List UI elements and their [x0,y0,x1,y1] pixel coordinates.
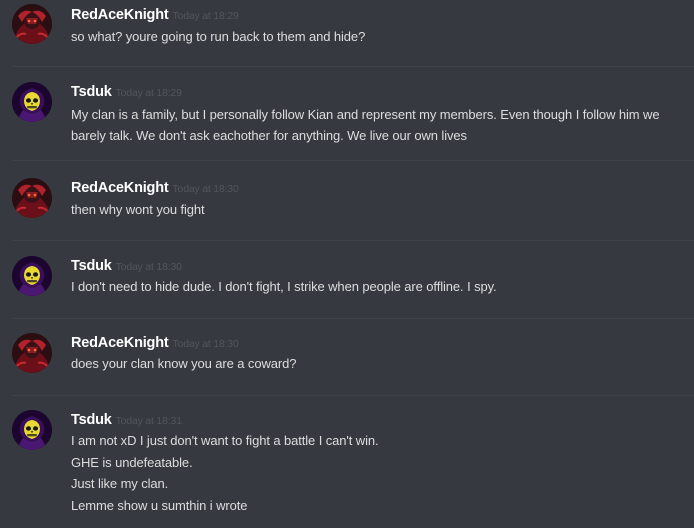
timestamp[interactable]: Today at 18:29 [116,87,182,99]
message-line: Just like my clan. [71,476,169,491]
message-header: RedAceKnight Today at 18:30 [71,334,239,352]
message-group: RedAceKnight Today at 18:29 so what? your… [0,0,694,66]
username[interactable]: Tsduk [71,84,112,100]
timestamp[interactable]: Today at 18:29 [173,10,239,22]
username[interactable]: RedAceKnight [71,7,169,23]
username[interactable]: Tsduk [71,258,112,274]
red-knight-avatar-icon[interactable] [12,4,52,44]
message-line: so what? youre going to run back to them… [71,29,366,44]
message-header: Tsduk Today at 18:31 [71,411,182,429]
message-line: GHE is undefeatable. [71,454,193,470]
skeletor-avatar-icon[interactable] [12,256,52,296]
skeletor-avatar-icon[interactable] [12,82,52,122]
message-content: then why wont you fight [71,200,691,221]
red-knight-avatar-icon[interactable] [12,178,52,218]
timestamp[interactable]: Today at 18:30 [116,261,182,273]
message-header: Tsduk Today at 18:29 [71,83,182,101]
chat-message-list: RedAceKnight Today at 18:29 so what? your… [0,0,694,528]
skeletor-avatar-icon[interactable] [12,410,52,450]
message-header: RedAceKnight Today at 18:30 [71,179,239,197]
username[interactable]: RedAceKnight [71,335,169,351]
timestamp[interactable]: Today at 18:30 [173,338,239,350]
red-knight-avatar-icon[interactable] [12,333,52,373]
message-content: so what? youre going to run back to them… [71,27,691,48]
message-header: RedAceKnight Today at 18:29 [71,6,239,24]
message-divider [12,160,694,161]
message-divider [12,318,694,319]
message-divider [12,240,694,241]
message-group: RedAceKnight Today at 18:30 then why wont… [0,174,694,240]
message-content: I don't need to hide dude. I don't fight… [71,277,691,298]
timestamp[interactable]: Today at 18:30 [173,183,239,195]
message-content: My clan is a family, but I personally fo… [71,105,691,146]
message-group: Tsduk Today at 18:30 I don't need to hide… [0,252,694,318]
message-line: I am not xD I just don't want to fight a… [71,433,379,448]
message-group: Tsduk Today at 18:29 My clan is a family,… [0,78,694,160]
message-group: Tsduk Today at 18:31 I am not xD I just d… [0,406,694,528]
username[interactable]: RedAceKnight [71,180,169,196]
message-header: Tsduk Today at 18:30 [71,257,182,275]
message-divider [12,66,694,67]
timestamp[interactable]: Today at 18:31 [116,415,182,427]
message-line: I don't need to hide dude. I don't fight… [71,279,497,294]
message-line: does your clan know you are a coward? [71,356,297,371]
message-line: Lemme show u sumthin i wrote [71,497,248,513]
username[interactable]: Tsduk [71,412,112,428]
message-content: I am not xD I just don't want to fight a… [71,430,691,516]
message-group: RedAceKnight Today at 18:30 does your cla… [0,329,694,395]
message-content: does your clan know you are a coward? [71,354,691,375]
message-line: My clan is a family, but I personally fo… [71,107,660,143]
message-line: then why wont you fight [71,202,205,217]
message-divider [12,395,694,396]
